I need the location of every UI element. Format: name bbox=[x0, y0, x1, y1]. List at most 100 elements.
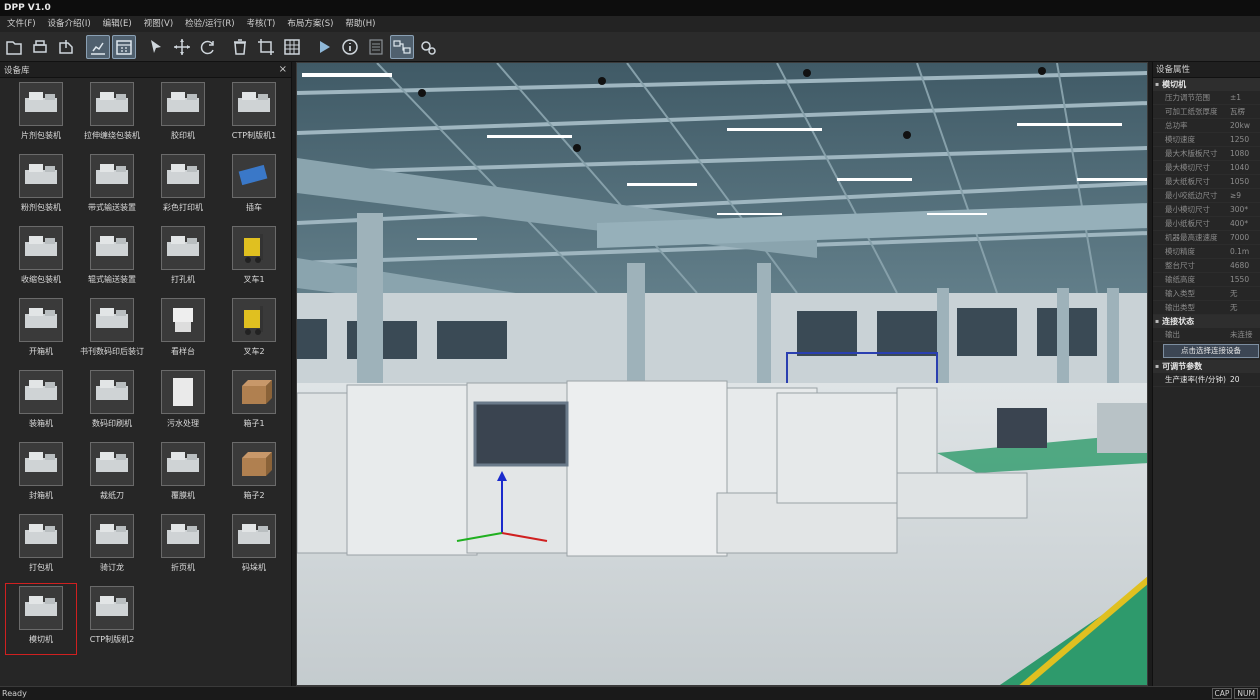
network-icon[interactable] bbox=[390, 34, 414, 59]
property-value[interactable]: 300* bbox=[1230, 203, 1260, 216]
property-row[interactable]: 机器最高速速度 7000 bbox=[1153, 231, 1260, 245]
property-row[interactable]: 最大模切尺寸 1040 bbox=[1153, 161, 1260, 175]
device-item[interactable]: 看样台 bbox=[147, 295, 219, 367]
device-item[interactable]: 封箱机 bbox=[5, 439, 77, 511]
menu-item-4[interactable]: 检验/运行(R) bbox=[184, 16, 235, 32]
property-row[interactable]: 输入类型 无 bbox=[1153, 287, 1260, 301]
property-row[interactable]: 输纸高度 1550 bbox=[1153, 273, 1260, 287]
property-row[interactable]: 最小模切尺寸 300* bbox=[1153, 203, 1260, 217]
device-item[interactable]: 彩色打印机 bbox=[147, 151, 219, 223]
property-row[interactable]: 最大木版板尺寸 1080 bbox=[1153, 147, 1260, 161]
menu-item-1[interactable]: 设备介绍(I) bbox=[47, 16, 92, 32]
device-item[interactable]: 胶印机 bbox=[147, 79, 219, 151]
export-icon[interactable] bbox=[54, 35, 78, 59]
rotate-icon[interactable] bbox=[196, 35, 220, 59]
property-value[interactable]: 4680 bbox=[1230, 259, 1260, 272]
menu-item-0[interactable]: 文件(F) bbox=[6, 16, 37, 32]
device-item[interactable]: 插车 bbox=[218, 151, 290, 223]
factory-scene[interactable] bbox=[297, 63, 1148, 686]
menu-item-2[interactable]: 编辑(E) bbox=[102, 16, 133, 32]
property-value[interactable]: 1050 bbox=[1230, 175, 1260, 188]
device-item[interactable]: 骑订龙 bbox=[76, 511, 148, 583]
property-value[interactable]: 1040 bbox=[1230, 161, 1260, 174]
device-item[interactable]: CTP制版机2 bbox=[76, 583, 148, 655]
property-value[interactable]: 未连接 bbox=[1230, 328, 1260, 341]
device-item[interactable]: 拉伸缠绕包装机 bbox=[76, 79, 148, 151]
property-row[interactable]: 总功率 20kw bbox=[1153, 119, 1260, 133]
device-item[interactable]: 打孔机 bbox=[147, 223, 219, 295]
info-icon[interactable] bbox=[338, 35, 362, 59]
menu-item-7[interactable]: 帮助(H) bbox=[344, 16, 376, 32]
device-item[interactable]: 裁纸刀 bbox=[76, 439, 148, 511]
property-value[interactable]: 20 bbox=[1230, 373, 1260, 386]
property-row[interactable]: 最小纸板尺寸 400* bbox=[1153, 217, 1260, 231]
device-item[interactable]: 污水处理 bbox=[147, 367, 219, 439]
property-row[interactable]: 模切精度 0.1m bbox=[1153, 245, 1260, 259]
device-item[interactable]: 箱子1 bbox=[218, 367, 290, 439]
move-icon[interactable] bbox=[170, 35, 194, 59]
device-item[interactable]: 码垛机 bbox=[218, 511, 290, 583]
property-value[interactable]: 0.1m bbox=[1230, 245, 1260, 258]
property-value[interactable]: 1250 bbox=[1230, 133, 1260, 146]
3d-viewport[interactable] bbox=[296, 62, 1148, 686]
menu-item-5[interactable]: 考核(T) bbox=[246, 16, 277, 32]
device-item[interactable]: 折页机 bbox=[147, 511, 219, 583]
menu-item-3[interactable]: 视图(V) bbox=[143, 16, 174, 32]
collapse-triangle-icon: ▪ bbox=[1155, 318, 1160, 325]
device-item[interactable]: 带式输送装置 bbox=[76, 151, 148, 223]
select-connection-button[interactable]: 点击选择连接设备 bbox=[1163, 344, 1259, 358]
property-value[interactable]: 1550 bbox=[1230, 273, 1260, 286]
device-item[interactable]: 叉车2 bbox=[218, 295, 290, 367]
property-section-header[interactable]: ▪ 模切机 bbox=[1153, 78, 1260, 91]
crop-icon[interactable] bbox=[254, 35, 278, 59]
paper-cutter-icon bbox=[90, 442, 134, 486]
device-item[interactable]: 辊式输送装置 bbox=[76, 223, 148, 295]
device-item[interactable]: 装箱机 bbox=[5, 367, 77, 439]
property-key: 可加工纸张厚度 bbox=[1165, 107, 1218, 116]
property-value[interactable]: ±1 bbox=[1230, 91, 1260, 104]
calendar-icon[interactable] bbox=[112, 34, 136, 59]
property-row[interactable]: 压力调节范围 ±1 bbox=[1153, 91, 1260, 105]
property-row[interactable]: 可加工纸张厚度 瓦楞 bbox=[1153, 105, 1260, 119]
list-icon[interactable] bbox=[364, 35, 388, 59]
property-value[interactable]: 400* bbox=[1230, 217, 1260, 230]
device-item[interactable]: 覆膜机 bbox=[147, 439, 219, 511]
property-value[interactable]: 20kw bbox=[1230, 119, 1260, 132]
property-row[interactable]: 最小咬纸边尺寸 ≥9 bbox=[1153, 189, 1260, 203]
device-item[interactable]: 片剂包装机 bbox=[5, 79, 77, 151]
open-icon[interactable] bbox=[2, 35, 26, 59]
chart-icon[interactable] bbox=[86, 34, 110, 59]
property-row[interactable]: 生产速率(件/分钟) 20 bbox=[1153, 373, 1260, 387]
device-item[interactable]: 打包机 bbox=[5, 511, 77, 583]
grid-icon[interactable] bbox=[280, 35, 304, 59]
property-row[interactable]: 整台尺寸 4680 bbox=[1153, 259, 1260, 273]
menu-item-6[interactable]: 布局方案(S) bbox=[286, 16, 334, 32]
device-item[interactable]: CTP制版机1 bbox=[218, 79, 290, 151]
property-row[interactable]: 模切速度 1250 bbox=[1153, 133, 1260, 147]
property-value[interactable]: 无 bbox=[1230, 301, 1260, 314]
device-item[interactable]: 数码印刷机 bbox=[76, 367, 148, 439]
property-value[interactable]: 1080 bbox=[1230, 147, 1260, 160]
property-value[interactable]: 瓦楞 bbox=[1230, 105, 1260, 118]
property-row[interactable]: 输出 未连接 bbox=[1153, 328, 1260, 342]
pointer-icon[interactable] bbox=[144, 35, 168, 59]
property-value[interactable]: 7000 bbox=[1230, 231, 1260, 244]
print-icon[interactable] bbox=[28, 35, 52, 59]
trash-icon[interactable] bbox=[228, 35, 252, 59]
device-item[interactable]: 书刊数码印后装订 bbox=[76, 295, 148, 367]
device-item[interactable]: 收缩包装机 bbox=[5, 223, 77, 295]
property-row[interactable]: 最大纸板尺寸 1050 bbox=[1153, 175, 1260, 189]
property-value[interactable]: ≥9 bbox=[1230, 189, 1260, 202]
device-item[interactable]: 模切机 bbox=[5, 583, 77, 655]
gears-icon[interactable] bbox=[416, 35, 440, 59]
device-item[interactable]: 箱子2 bbox=[218, 439, 290, 511]
device-item[interactable]: 开箱机 bbox=[5, 295, 77, 367]
property-section-header[interactable]: ▪ 可调节参数 bbox=[1153, 360, 1260, 373]
play-icon[interactable] bbox=[312, 35, 336, 59]
device-item[interactable]: 叉车1 bbox=[218, 223, 290, 295]
property-section-header[interactable]: ▪ 连接状态 bbox=[1153, 315, 1260, 328]
device-item[interactable]: 粉剂包装机 bbox=[5, 151, 77, 223]
property-row[interactable]: 输出类型 无 bbox=[1153, 301, 1260, 315]
close-icon[interactable]: × bbox=[279, 64, 287, 75]
property-value[interactable]: 无 bbox=[1230, 287, 1260, 300]
